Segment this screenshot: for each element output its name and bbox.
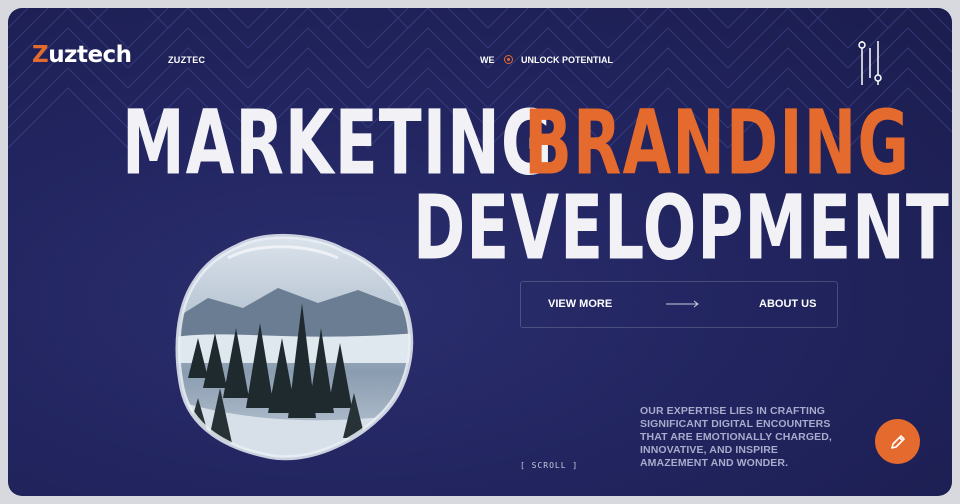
tagline: UNLOCK POTENTIAL xyxy=(521,55,613,65)
logo[interactable]: Zuztech xyxy=(32,42,132,68)
headline-branding: BRANDING xyxy=(524,90,911,196)
crystal-landscape-image xyxy=(175,234,414,461)
brand-name: ZUZTEC xyxy=(168,55,206,65)
about-us-button[interactable]: ABOUT US xyxy=(759,298,816,310)
hero-section: Zuztech ZUZTEC WE UNLOCK POTENTIAL MARKE… xyxy=(8,8,952,496)
arrow-right-icon xyxy=(666,300,699,308)
headline-development: DEVELOPMENT xyxy=(413,175,950,281)
description-text: OUR EXPERTISE LIES IN CRAFTING SIGNIFICA… xyxy=(640,405,832,469)
pencil-icon xyxy=(890,434,905,449)
logo-accent: Z xyxy=(32,42,49,68)
headline-marketing: MARKETING xyxy=(122,90,554,196)
scroll-indicator[interactable]: [ SCROLL ] xyxy=(520,461,578,470)
target-dot-icon xyxy=(504,55,513,64)
view-more-button[interactable]: VIEW MORE xyxy=(548,298,612,310)
tagline-prefix: WE xyxy=(480,55,495,65)
logo-text: uztech xyxy=(48,42,132,68)
edit-button[interactable] xyxy=(875,419,920,464)
sliders-icon[interactable] xyxy=(856,38,886,88)
